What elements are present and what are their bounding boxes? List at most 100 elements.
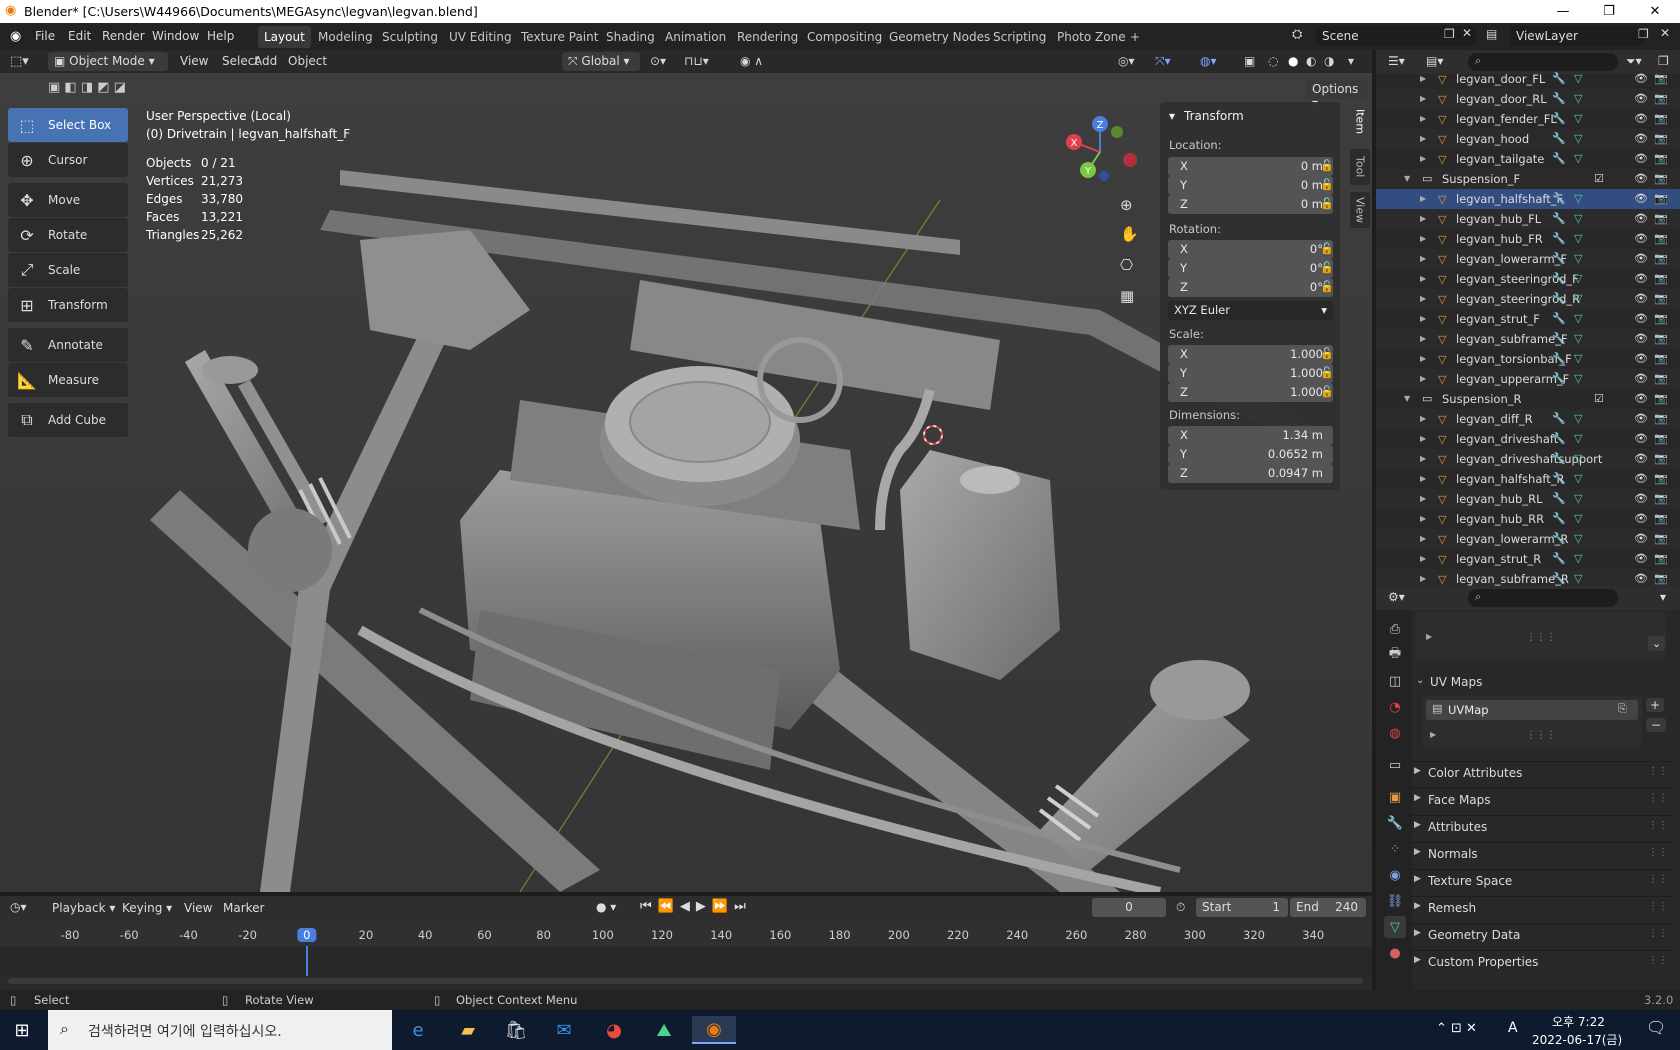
outliner-object[interactable]: ▶ ▽ legvan_hub_FL 🔧 ▽ 👁 📷 bbox=[1376, 209, 1680, 229]
property-section-custom-properties[interactable]: ▶ Custom Properties ⋮⋮ bbox=[1410, 950, 1672, 974]
zoom-icon[interactable]: ⊕ bbox=[1120, 196, 1133, 214]
drag-handle[interactable]: ⋮⋮ bbox=[1648, 928, 1668, 939]
outliner-collection[interactable]: ▼ ▭ Suspension_F ☑ 👁 📷 bbox=[1376, 169, 1680, 189]
chrome-icon[interactable]: ◕ bbox=[596, 1016, 632, 1044]
render-camera-icon[interactable]: 📷 bbox=[1654, 132, 1668, 145]
lock-icon[interactable]: 🔓 bbox=[1320, 366, 1334, 379]
particles-tab-icon[interactable]: ⁘ bbox=[1384, 838, 1406, 860]
mesh-data-icon[interactable]: ▽ bbox=[1574, 452, 1582, 465]
blender-menu-icon[interactable]: ◉ bbox=[10, 29, 21, 44]
taskbar-search-input[interactable]: ⌕ 검색하려면 여기에 입력하십시오. bbox=[48, 1010, 392, 1050]
visibility-eye-icon[interactable]: 👁 bbox=[1634, 252, 1648, 265]
expand-icon[interactable]: ▶ bbox=[1420, 374, 1426, 383]
tab-scripting[interactable]: Scripting bbox=[987, 26, 1052, 48]
drag-handle[interactable]: ⋮⋮ bbox=[1648, 847, 1668, 858]
render-camera-icon[interactable]: 📷 bbox=[1654, 232, 1668, 245]
render-camera-icon[interactable]: 📷 bbox=[1654, 252, 1668, 265]
expand-icon[interactable]: ▶ bbox=[1420, 494, 1426, 503]
store-icon[interactable]: 🛍 bbox=[498, 1016, 534, 1044]
visibility-eye-icon[interactable]: 👁 bbox=[1634, 532, 1648, 545]
tab-shading[interactable]: Shading bbox=[600, 26, 661, 48]
display-mode-icon[interactable]: ▤▾ bbox=[1426, 54, 1443, 68]
proportional-edit-icon[interactable]: ◉ ∧ bbox=[740, 54, 763, 68]
mesh-data-tab-icon[interactable]: ▽ bbox=[1384, 916, 1406, 938]
modifier-icon[interactable]: 🔧 bbox=[1552, 152, 1566, 165]
expand-icon[interactable]: ▶ bbox=[1420, 534, 1426, 543]
location-z-field[interactable]: Z0 m bbox=[1168, 195, 1333, 214]
tab-uv-editing[interactable]: UV Editing bbox=[443, 26, 518, 48]
menu-view[interactable]: View bbox=[184, 901, 212, 915]
scale-y-field[interactable]: Y 1.000 bbox=[1168, 364, 1333, 383]
expand-icon[interactable]: ▶ bbox=[1420, 514, 1426, 523]
drag-handle[interactable]: ⋮⋮ bbox=[1648, 766, 1668, 777]
scale-z-field[interactable]: Z 1.000 bbox=[1168, 383, 1333, 402]
object-tab-icon[interactable]: ▣ bbox=[1384, 786, 1406, 808]
outliner-object[interactable]: ▶ ▽ legvan_hub_RL 🔧 ▽ 👁 📷 bbox=[1376, 489, 1680, 509]
menu-help[interactable]: Help bbox=[207, 29, 234, 43]
mesh-data-icon[interactable]: ▽ bbox=[1574, 432, 1582, 445]
modifier-icon[interactable]: 🔧 bbox=[1552, 512, 1566, 525]
edge-browser-icon[interactable]: e bbox=[400, 1016, 436, 1044]
outliner-object[interactable]: ▶ ▽ legvan_steeringrod_F 🔧 ▽ 👁 📷 bbox=[1376, 269, 1680, 289]
outliner-object[interactable]: ▶ ▽ legvan_lowerarm_F 🔧 ▽ 👁 📷 bbox=[1376, 249, 1680, 269]
orientation-dropdown[interactable]: ⤧ Global ▾ bbox=[562, 52, 640, 71]
modifier-icon[interactable]: 🔧 bbox=[1552, 412, 1566, 425]
lock-icon[interactable]: 🔓 bbox=[1320, 385, 1334, 398]
render-camera-icon[interactable]: 📷 bbox=[1654, 92, 1668, 105]
menu-object[interactable]: Object bbox=[288, 54, 327, 68]
modifier-icon[interactable]: 🔧 bbox=[1552, 352, 1566, 365]
modifier-icon[interactable]: 🔧 bbox=[1552, 252, 1566, 265]
snap-icon[interactable]: ⊓⊔▾ bbox=[684, 54, 709, 68]
visibility-eye-icon[interactable]: 👁 bbox=[1634, 432, 1648, 445]
visibility-eye-icon[interactable]: 👁 bbox=[1634, 112, 1648, 125]
outliner-object[interactable]: ▶ ▽ legvan_subframe_F 🔧 ▽ 👁 📷 bbox=[1376, 329, 1680, 349]
modifier-icon[interactable]: 🔧 bbox=[1552, 192, 1566, 205]
render-camera-icon[interactable]: 📷 bbox=[1654, 432, 1668, 445]
mesh-data-icon[interactable]: ▽ bbox=[1574, 352, 1582, 365]
lock-icon[interactable]: 🔓 bbox=[1320, 280, 1334, 293]
rotation-mode-dropdown[interactable]: XYZ Euler ▾ bbox=[1168, 301, 1333, 320]
list-expand-icon[interactable]: ▶ bbox=[1430, 730, 1436, 739]
tray-icons[interactable]: ⌃ ⊡ ✕ bbox=[1436, 1021, 1477, 1036]
modifier-icon[interactable]: 🔧 bbox=[1552, 212, 1566, 225]
outliner-object[interactable]: ▶ ▽ legvan_tailgate 🔧 ▽ 👁 📷 bbox=[1376, 149, 1680, 169]
visibility-eye-icon[interactable]: 👁 bbox=[1634, 512, 1648, 525]
tab-sculpting[interactable]: Sculpting bbox=[376, 26, 444, 48]
timeline-track[interactable] bbox=[0, 946, 1372, 976]
clock-time[interactable]: 오후 7:22 bbox=[1552, 1013, 1605, 1030]
delete-view-layer-icon[interactable]: ✕ bbox=[1660, 26, 1670, 40]
menu-add[interactable]: Add bbox=[254, 54, 277, 68]
list-resize-handle[interactable]: ⋮⋮⋮ bbox=[1526, 632, 1556, 643]
visibility-eye-icon[interactable]: 👁 bbox=[1634, 352, 1648, 365]
outliner-object[interactable]: ▶ ▽ legvan_steeringrod_R 🔧 ▽ 👁 📷 bbox=[1376, 289, 1680, 309]
modifier-icon[interactable]: 🔧 bbox=[1552, 472, 1566, 485]
expand-icon[interactable]: ▶ bbox=[1420, 554, 1426, 563]
expand-icon[interactable]: ▶ bbox=[1420, 134, 1426, 143]
expand-icon[interactable]: ▶ bbox=[1420, 334, 1426, 343]
visibility-eye-icon[interactable]: 👁 bbox=[1634, 92, 1648, 105]
outliner-object[interactable]: ▶ ▽ legvan_door_FL 🔧 ▽ 👁 📷 bbox=[1376, 69, 1680, 89]
new-scene-icon[interactable]: ❐ bbox=[1444, 27, 1455, 41]
menu-playback[interactable]: Playback ▾ bbox=[52, 901, 115, 915]
property-section-attributes[interactable]: ▶ Attributes ⋮⋮ bbox=[1410, 815, 1672, 839]
add-workspace-button[interactable]: + bbox=[1124, 26, 1146, 48]
gizmo-neg-z[interactable] bbox=[1099, 171, 1109, 181]
menu-window[interactable]: Window bbox=[152, 29, 199, 43]
visibility-eye-icon[interactable]: 👁 bbox=[1634, 492, 1648, 505]
gizmo-neg-x[interactable] bbox=[1123, 153, 1137, 167]
options-dropdown[interactable]: Options ▾ bbox=[1306, 80, 1368, 110]
render-camera-icon[interactable]: 📷 bbox=[1654, 552, 1668, 565]
tab-animation[interactable]: Animation bbox=[659, 26, 732, 48]
visibility-eye-icon[interactable]: 👁 bbox=[1634, 572, 1648, 585]
modifier-icon[interactable]: 🔧 bbox=[1552, 552, 1566, 565]
modifier-icon[interactable]: 🔧 bbox=[1552, 272, 1566, 285]
visibility-eye-icon[interactable]: 👁 bbox=[1634, 412, 1648, 425]
outliner-object[interactable]: ▶ ▽ legvan_torsionbar_F 🔧 ▽ 👁 📷 bbox=[1376, 349, 1680, 369]
tab-texture-paint[interactable]: Texture Paint bbox=[515, 26, 604, 48]
maximize-button[interactable]: ❐ bbox=[1586, 0, 1632, 23]
pan-hand-icon[interactable]: ✋ bbox=[1120, 225, 1139, 243]
visibility-eye-icon[interactable]: 👁 bbox=[1634, 452, 1648, 465]
render-camera-icon[interactable]: 📷 bbox=[1654, 192, 1668, 205]
collapse-icon[interactable]: ▼ bbox=[1404, 394, 1410, 403]
rotation-y-field[interactable]: Y 0° bbox=[1168, 259, 1333, 278]
